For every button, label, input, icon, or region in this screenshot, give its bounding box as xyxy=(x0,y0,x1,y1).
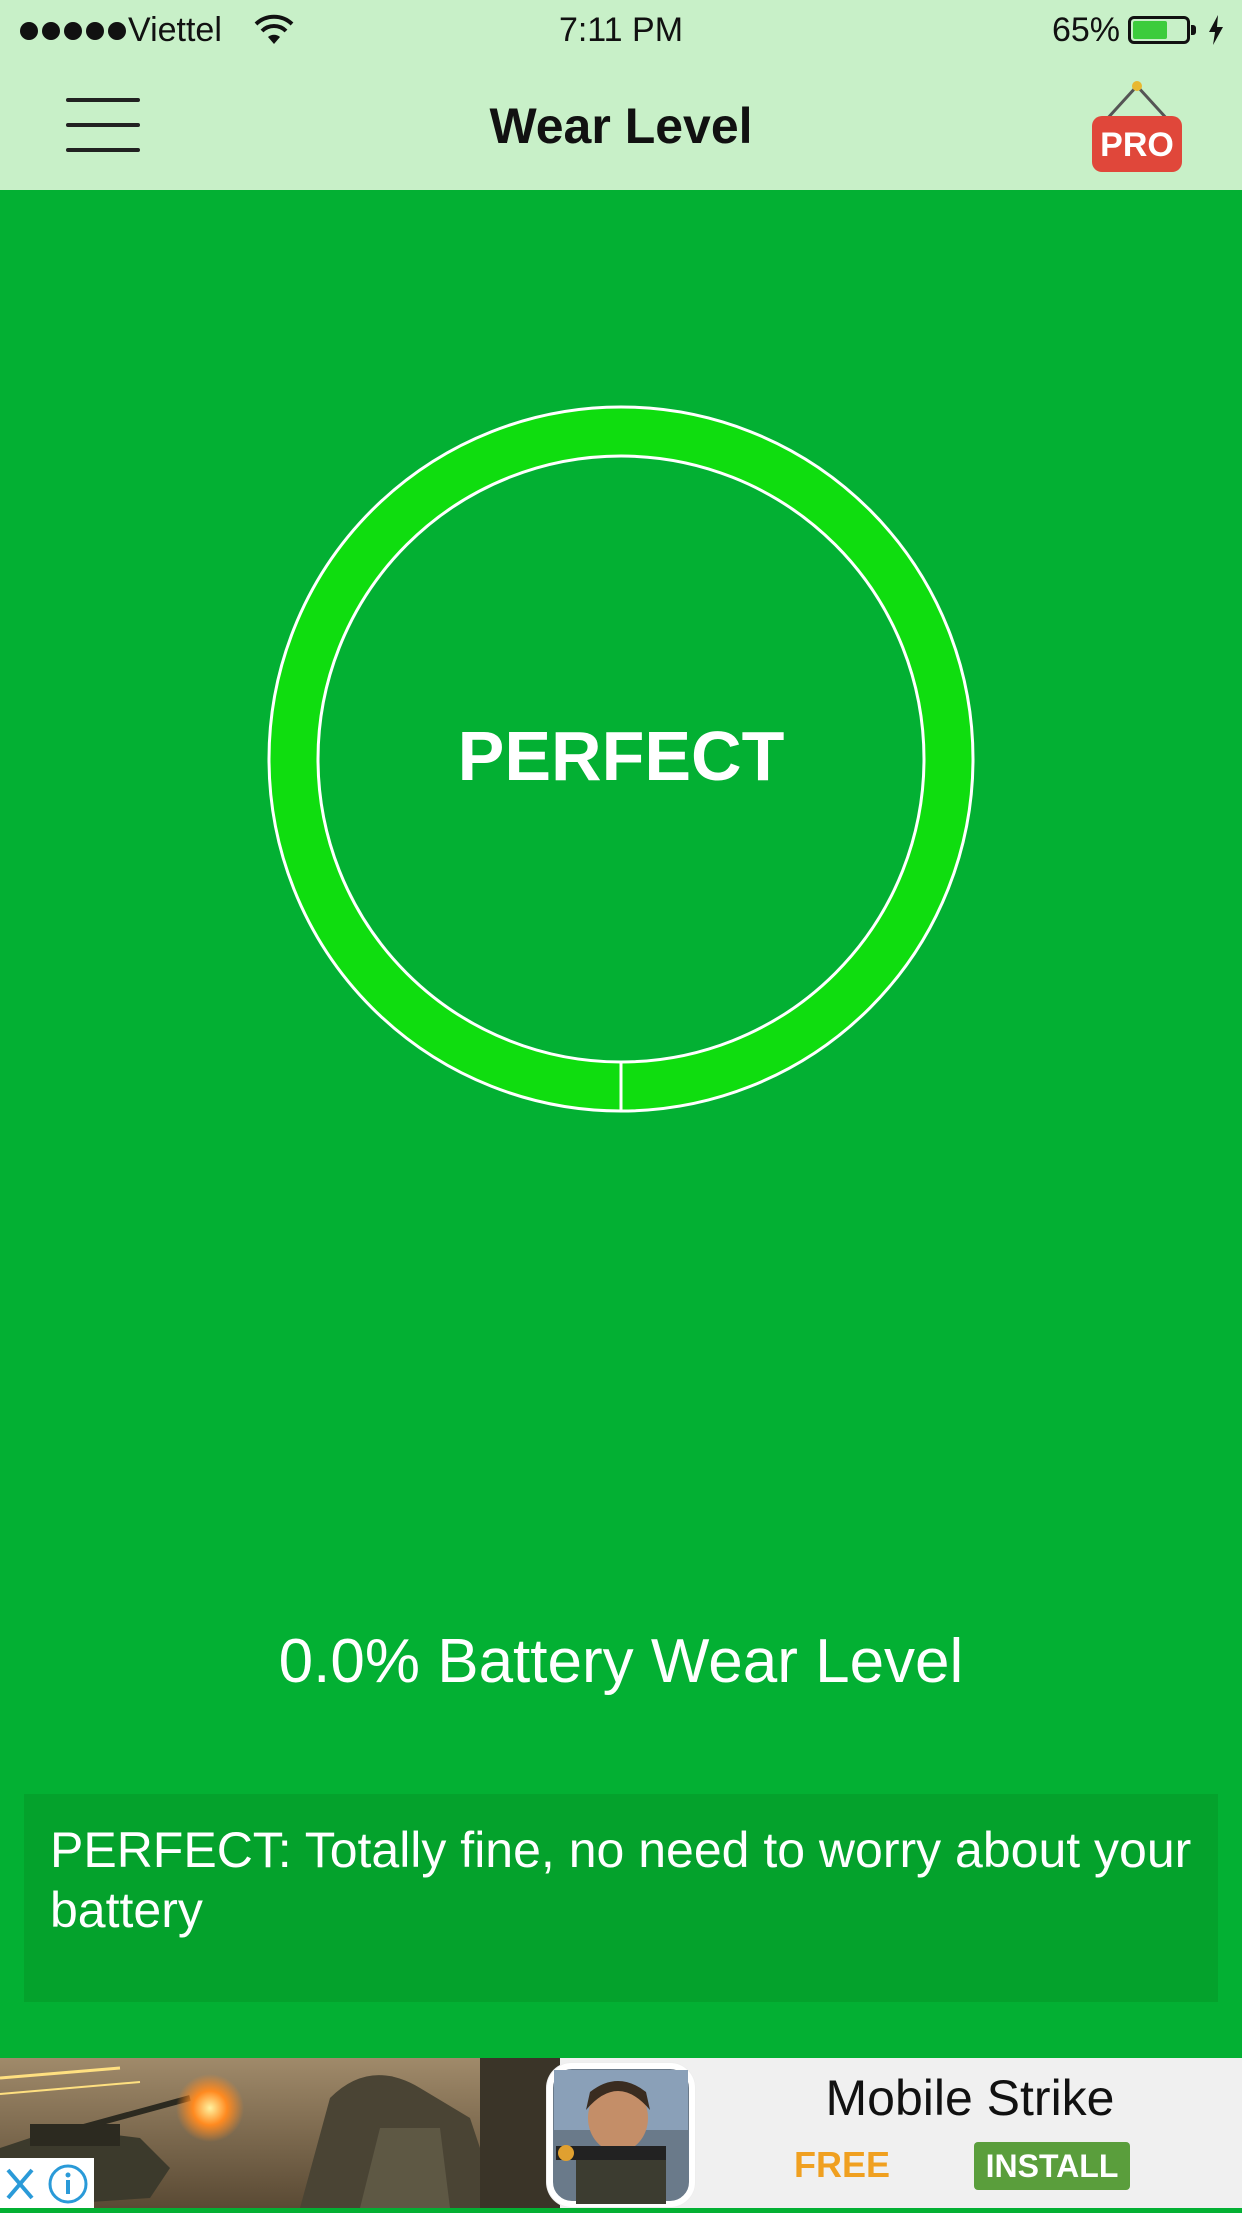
info-icon xyxy=(48,2164,88,2204)
ad-price: FREE xyxy=(794,2144,891,2185)
wear-level-text: 0.0% Battery Wear Level xyxy=(278,1627,964,1696)
page-title: Wear Level xyxy=(489,98,753,154)
ad-banner[interactable]: Mobile Strike FREE INSTALL xyxy=(0,2058,1242,2208)
ad-title: Mobile Strike xyxy=(825,2070,1115,2126)
advice-text: PERFECT: Totally fine, no need to worry … xyxy=(50,1822,1192,1938)
battery-icon xyxy=(1128,16,1196,44)
top-bar: Viettel 7:11 PM 65% Wear Level PRO xyxy=(0,0,1242,190)
charging-bolt-icon xyxy=(1209,15,1223,45)
ad-close-button[interactable] xyxy=(0,2158,94,2208)
ad-app-icon[interactable] xyxy=(546,2062,696,2208)
pro-badge: PRO xyxy=(1092,116,1182,172)
status-bar: Viettel 7:11 PM 65% xyxy=(0,0,1242,62)
close-icon xyxy=(6,2168,34,2200)
pro-upgrade-button[interactable]: PRO xyxy=(1090,80,1184,174)
menu-button[interactable] xyxy=(66,94,140,156)
advice-box: PERFECT: Totally fine, no need to worry … xyxy=(24,1794,1218,2002)
battery-percentage: 65% xyxy=(1051,11,1120,49)
ad-install-button[interactable]: INSTALL xyxy=(974,2142,1130,2190)
gauge-status-label: PERFECT xyxy=(457,717,785,795)
battery-fill xyxy=(1133,21,1167,39)
